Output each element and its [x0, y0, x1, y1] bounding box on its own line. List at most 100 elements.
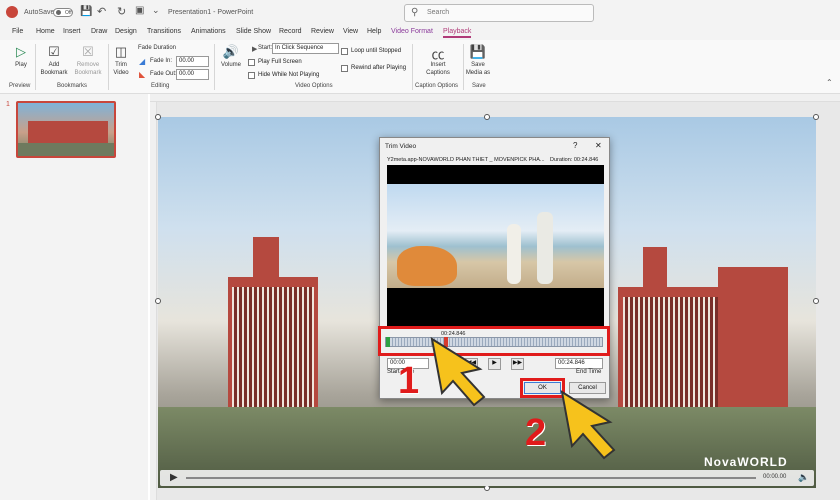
pointer-arrow-2-icon: [560, 389, 616, 460]
playbar-volume-icon[interactable]: 🔈: [798, 472, 809, 483]
fade-in-field[interactable]: 00.00: [176, 56, 209, 67]
collapse-ribbon-icon[interactable]: ⌃: [826, 78, 833, 87]
insert-captions-button-line2[interactable]: Captions: [418, 70, 458, 76]
start-label: Start:: [258, 45, 273, 51]
tab-view[interactable]: View: [343, 28, 358, 35]
trim-video-icon: ◫: [114, 44, 128, 59]
volume-button[interactable]: Volume: [218, 62, 244, 68]
watermark-logo: NovaWORLD: [704, 455, 788, 469]
resize-handle[interactable]: [155, 114, 161, 120]
ribbon-tabs: File Home Insert Draw Design Transitions…: [0, 26, 840, 40]
end-time-label: End Time: [576, 369, 602, 375]
tab-home[interactable]: Home: [36, 28, 55, 35]
dialog-title: Trim Video: [385, 143, 417, 150]
building-windows: [232, 287, 314, 407]
resize-handle[interactable]: [813, 114, 819, 120]
search-placeholder: Search: [427, 9, 450, 16]
tab-record[interactable]: Record: [279, 28, 302, 35]
tab-video-format[interactable]: Video Format: [391, 28, 433, 35]
undo-icon[interactable]: ↶: [97, 5, 106, 18]
building-far-right: [718, 267, 788, 427]
add-bookmark-button-line1[interactable]: Add: [38, 62, 70, 68]
fade-out-field[interactable]: 00.00: [176, 69, 209, 80]
remove-bookmark-icon: ☒: [82, 44, 94, 59]
play-button[interactable]: Play: [12, 62, 30, 68]
thumbnail-ground: [18, 143, 114, 156]
save-icon[interactable]: 💾: [80, 6, 92, 17]
resize-handle[interactable]: [155, 298, 161, 304]
rewind-after-playing-label: Rewind after Playing: [351, 65, 407, 71]
tower: [253, 237, 279, 287]
tab-design[interactable]: Design: [115, 28, 137, 35]
add-bookmark-button-line2[interactable]: Bookmark: [38, 70, 70, 76]
add-bookmark-icon: ☑: [48, 44, 60, 59]
slide-thumbnail[interactable]: [16, 101, 116, 158]
insert-captions-button-line1[interactable]: Insert: [418, 62, 458, 68]
fade-out-icon: ◣: [139, 70, 146, 79]
divider: [108, 44, 109, 90]
slide-number: 1: [6, 101, 10, 108]
search-icon: ⚲: [411, 7, 419, 18]
end-time-field[interactable]: 00:24.846: [555, 358, 603, 369]
hide-while-not-playing-checkbox[interactable]: [248, 72, 255, 79]
rewind-after-playing-checkbox[interactable]: [341, 65, 348, 72]
step-2-label: 2: [525, 412, 547, 454]
redo-icon[interactable]: ↻: [117, 5, 126, 18]
preview-kite: [397, 246, 457, 286]
start-select[interactable]: In Click Sequence: [272, 43, 339, 54]
start-icon: ▶: [252, 46, 258, 53]
tab-file[interactable]: File: [12, 28, 23, 35]
step-1-label: 1: [398, 360, 420, 402]
help-button[interactable]: ?: [573, 141, 577, 150]
fade-duration-label: Fade Duration: [138, 45, 177, 51]
building-windows: [623, 297, 723, 407]
group-preview-label: Preview: [9, 83, 31, 89]
title-bar: AutoSave Off 💾 ↶ ↻ ▣ ⌄ Presentation1 - P…: [0, 0, 840, 26]
tab-animations[interactable]: Animations: [191, 28, 226, 35]
tab-review[interactable]: Review: [311, 28, 334, 35]
tab-playback[interactable]: Playback: [443, 28, 472, 38]
resize-handle[interactable]: [484, 114, 490, 120]
playbar-progress[interactable]: [186, 477, 756, 479]
play-full-screen-label: Play Full Screen: [258, 59, 302, 65]
remove-bookmark-button-line1[interactable]: Remove: [72, 62, 104, 68]
volume-icon: 🔊: [222, 44, 240, 59]
tab-draw[interactable]: Draw: [91, 28, 107, 35]
playbar-play-icon[interactable]: ▶: [170, 472, 178, 483]
divider: [35, 44, 36, 90]
thumbnail-building: [28, 121, 108, 143]
preview-frame: [387, 184, 604, 288]
powerpoint-logo-icon: [6, 6, 18, 18]
video-duration: Duration: 00:24.846: [550, 157, 599, 163]
horizontal-ruler: [150, 94, 840, 102]
next-frame-button[interactable]: ▶▶: [511, 358, 524, 370]
tab-transitions[interactable]: Transitions: [147, 28, 181, 35]
group-editing-label: Editing: [151, 83, 170, 89]
divider: [214, 44, 215, 90]
customize-toolbar-icon[interactable]: ⌄: [152, 5, 160, 16]
save-media-icon: 💾: [469, 44, 487, 59]
pointer-arrow-1-icon: [430, 336, 486, 407]
save-media-as-button-line2[interactable]: Media as: [464, 70, 492, 76]
play-icon: ▷: [16, 44, 26, 59]
tab-help[interactable]: Help: [367, 28, 381, 35]
resize-handle[interactable]: [813, 298, 819, 304]
group-bookmarks-label: Bookmarks: [57, 83, 88, 89]
loop-until-stopped-label: Loop until Stopped: [351, 48, 402, 54]
video-playbar: ▶ 00:00.00 🔈: [160, 470, 814, 486]
playbar-time: 00:00.00: [763, 474, 787, 480]
presenter-icon[interactable]: ▣: [135, 5, 144, 16]
close-icon[interactable]: ✕: [595, 141, 602, 150]
play-full-screen-checkbox[interactable]: [248, 59, 255, 66]
remove-bookmark-button-line2[interactable]: Bookmark: [72, 70, 104, 76]
tab-slide-show[interactable]: Slide Show: [236, 28, 271, 35]
save-media-as-button-line1[interactable]: Save: [464, 62, 492, 68]
loop-until-stopped-checkbox[interactable]: [341, 48, 348, 55]
fade-in-label: Fade In:: [150, 58, 173, 64]
preview-person: [507, 224, 521, 284]
search-input[interactable]: ⚲ Search: [404, 4, 594, 22]
autosave-state: Off: [65, 10, 72, 16]
trim-video-button-line1[interactable]: Trim: [110, 62, 132, 68]
tab-insert[interactable]: Insert: [63, 28, 81, 35]
trim-video-button-line2[interactable]: Video: [110, 70, 132, 76]
